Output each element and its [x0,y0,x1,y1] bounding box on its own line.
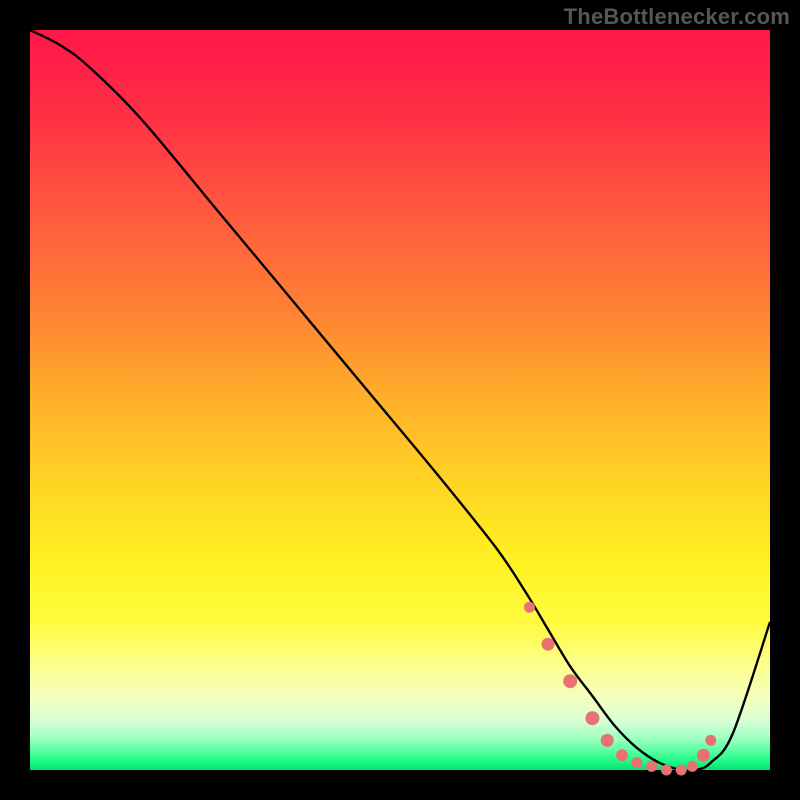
optimal-marker [646,761,657,772]
optimal-marker [542,638,555,651]
bottleneck-curve-chart [0,0,800,800]
optimal-marker [601,734,614,747]
optimal-marker [697,749,710,762]
optimal-marker [631,757,642,768]
chart-stage: TheBottlenecker.com [0,0,800,800]
heat-gradient-panel [30,30,770,770]
optimal-marker [661,765,672,776]
optimal-marker [524,602,535,613]
optimal-marker [616,749,628,761]
optimal-marker [676,765,687,776]
optimal-marker [585,711,599,725]
optimal-marker [563,674,577,688]
optimal-marker [705,735,716,746]
optimal-marker [687,761,698,772]
